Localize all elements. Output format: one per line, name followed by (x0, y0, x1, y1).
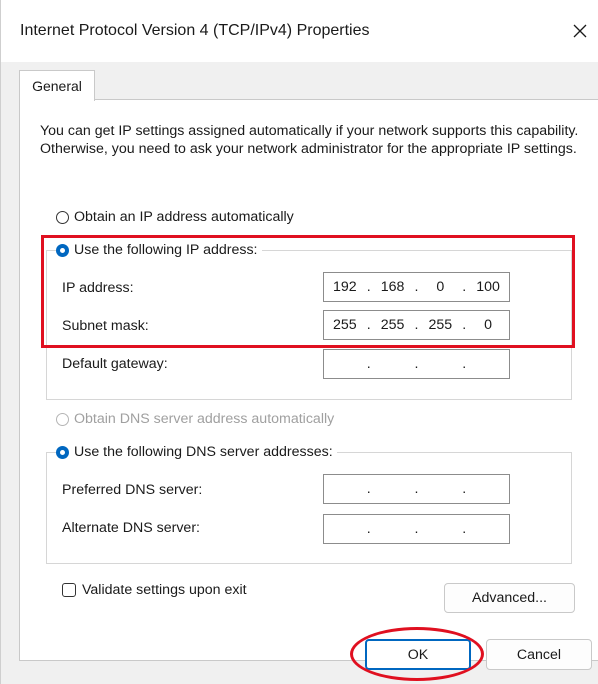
octet-separator: . (366, 521, 371, 537)
ip-octet-3: 0 (436, 279, 445, 295)
ip-address-field[interactable]: 192. 168. 0. 100 (323, 272, 510, 302)
preferred-dns-field[interactable]: . . . (323, 474, 510, 504)
octet-separator: . (414, 481, 419, 497)
radio-disabled-icon (56, 412, 69, 426)
radio-unchecked-icon (56, 210, 69, 224)
obtain-ip-auto-label: Obtain an IP address automatically (74, 209, 294, 225)
use-following-ip-label: Use the following IP address: (74, 242, 258, 258)
ip-octet-4: 100 (476, 279, 500, 295)
advanced-button-label: Advanced... (472, 590, 547, 606)
octet-separator: . (366, 356, 371, 372)
obtain-dns-auto-label: Obtain DNS server address automatically (74, 411, 335, 427)
checkbox-unchecked-icon (62, 583, 76, 597)
use-following-dns-radio[interactable]: Use the following DNS server addresses: (56, 444, 337, 460)
subnet-mask-label: Subnet mask: (62, 318, 149, 334)
close-icon (573, 24, 587, 38)
cancel-button[interactable]: Cancel (486, 639, 592, 670)
alternate-dns-label: Alternate DNS server: (62, 520, 200, 536)
default-gateway-field[interactable]: . . . (323, 349, 510, 379)
subnet-mask-field[interactable]: 255. 255. 255. 0 (323, 310, 510, 340)
obtain-ip-auto-radio[interactable]: Obtain an IP address automatically (56, 209, 298, 225)
validate-settings-label: Validate settings upon exit (82, 582, 247, 598)
obtain-dns-auto-radio: Obtain DNS server address automatically (56, 411, 339, 427)
ok-button-label: OK (407, 646, 429, 663)
octet-separator: . (414, 356, 419, 372)
close-button[interactable] (569, 20, 591, 42)
octet-separator: . (462, 356, 467, 372)
radio-checked-icon (56, 445, 69, 459)
preferred-dns-label: Preferred DNS server: (62, 482, 203, 498)
ok-button[interactable]: OK (365, 639, 471, 670)
default-gateway-label: Default gateway: (62, 356, 168, 372)
tcpipv4-properties-dialog: Internet Protocol Version 4 (TCP/IPv4) P… (0, 0, 598, 684)
octet-separator: . (414, 521, 419, 537)
octet-separator: . (462, 521, 467, 537)
ip-octet-2: 168 (380, 279, 405, 295)
title-bar: Internet Protocol Version 4 (TCP/IPv4) P… (1, 0, 598, 62)
mask-octet-4: 0 (484, 317, 493, 333)
tab-general[interactable]: General (19, 70, 95, 101)
ip-address-label: IP address: (62, 280, 134, 296)
octet-separator: . (462, 481, 467, 497)
alternate-dns-field[interactable]: . . . (323, 514, 510, 544)
mask-octet-2: 255 (380, 317, 405, 333)
mask-octet-3: 255 (428, 317, 453, 333)
advanced-button[interactable]: Advanced... (444, 583, 575, 613)
use-following-dns-label: Use the following DNS server addresses: (74, 444, 333, 460)
validate-settings-checkbox[interactable]: Validate settings upon exit (62, 582, 251, 598)
description-text: You can get IP settings assigned automat… (40, 123, 579, 157)
window-title: Internet Protocol Version 4 (TCP/IPv4) P… (20, 22, 370, 39)
cancel-button-label: Cancel (516, 646, 562, 663)
tab-general-label: General (32, 78, 82, 94)
radio-checked-icon (56, 243, 69, 257)
mask-octet-1: 255 (333, 317, 357, 333)
use-following-ip-radio[interactable]: Use the following IP address: (56, 242, 262, 258)
ip-octet-1: 192 (333, 279, 357, 295)
octet-separator: . (366, 481, 371, 497)
dns-server-group (46, 452, 572, 564)
